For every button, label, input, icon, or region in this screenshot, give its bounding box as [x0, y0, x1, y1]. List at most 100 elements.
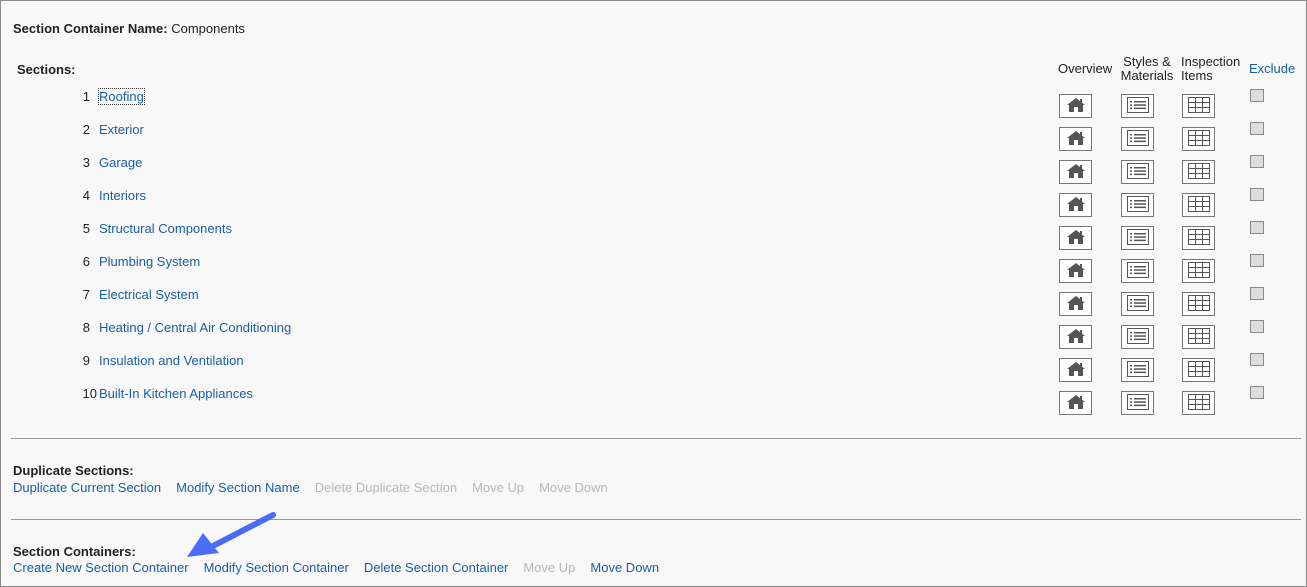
overview-button[interactable]: [1059, 127, 1092, 151]
container-name-label: Section Container Name:: [13, 21, 168, 36]
exclude-checkbox[interactable]: [1250, 254, 1264, 267]
grid-icon: [1187, 162, 1210, 182]
overview-button[interactable]: [1059, 358, 1092, 382]
action-link[interactable]: Modify Section Container: [204, 560, 349, 575]
list-icon: [1126, 129, 1149, 149]
inspection-items-button[interactable]: [1182, 94, 1215, 118]
styles-header-line1: Styles &: [1123, 54, 1171, 69]
grid-icon: [1187, 261, 1210, 281]
styles-header-line2: Materials: [1120, 68, 1174, 83]
section-number: 7: [82, 287, 90, 302]
section-containers-heading: Section Containers:: [13, 544, 136, 559]
styles-materials-column-header: Styles & Materials: [1118, 55, 1176, 83]
home-icon: [1066, 328, 1085, 346]
grid-icon: [1187, 228, 1210, 248]
section-link[interactable]: Roofing: [98, 88, 145, 105]
exclude-checkbox[interactable]: [1250, 320, 1264, 333]
inspection-items-button[interactable]: [1182, 292, 1215, 316]
section-link[interactable]: Garage: [99, 155, 142, 170]
section-container-name: Section Container Name: Components: [13, 21, 245, 36]
action-link: Delete Duplicate Section: [314, 480, 458, 495]
styles-materials-button[interactable]: [1121, 259, 1154, 283]
overview-button[interactable]: [1059, 94, 1092, 118]
section-number: 2: [82, 122, 90, 137]
action-link: Move Down: [539, 480, 608, 495]
section-link[interactable]: Exterior: [99, 122, 144, 137]
styles-materials-button[interactable]: [1121, 325, 1154, 349]
exclude-column-header[interactable]: Exclude: [1249, 62, 1295, 76]
overview-button[interactable]: [1059, 226, 1092, 250]
overview-button[interactable]: [1059, 193, 1092, 217]
inspection-items-button[interactable]: [1182, 391, 1215, 415]
home-icon: [1066, 361, 1085, 379]
section-row: 4 Interiors: [1, 188, 1307, 221]
styles-materials-button[interactable]: [1121, 391, 1154, 415]
grid-icon: [1187, 294, 1210, 314]
styles-materials-button[interactable]: [1121, 226, 1154, 250]
styles-materials-button[interactable]: [1121, 193, 1154, 217]
styles-materials-button[interactable]: [1121, 292, 1154, 316]
exclude-checkbox[interactable]: [1250, 287, 1264, 300]
section-containers-links: Create New Section Container Modify Secti…: [13, 560, 674, 575]
inspection-items-button[interactable]: [1182, 259, 1215, 283]
page-frame: Section Container Name: Components Secti…: [0, 0, 1307, 587]
exclude-checkbox[interactable]: [1250, 188, 1264, 201]
styles-materials-button[interactable]: [1121, 160, 1154, 184]
action-link[interactable]: Modify Section Name: [176, 480, 300, 495]
exclude-checkbox[interactable]: [1250, 353, 1264, 366]
styles-materials-button[interactable]: [1121, 94, 1154, 118]
home-icon: [1066, 97, 1085, 115]
home-icon: [1066, 196, 1085, 214]
exclude-checkbox[interactable]: [1250, 221, 1264, 234]
section-link[interactable]: Built-In Kitchen Appliances: [99, 386, 253, 401]
list-icon: [1126, 195, 1149, 215]
inspection-header-line1: Inspection: [1181, 54, 1241, 69]
inspection-items-button[interactable]: [1182, 127, 1215, 151]
inspection-items-button[interactable]: [1182, 358, 1215, 382]
inspection-items-button[interactable]: [1182, 325, 1215, 349]
section-row: 2 Exterior: [1, 122, 1307, 155]
section-link[interactable]: Electrical System: [99, 287, 199, 302]
action-link: Move Up: [523, 560, 576, 575]
overview-button[interactable]: [1059, 160, 1092, 184]
overview-button[interactable]: [1059, 391, 1092, 415]
home-icon: [1066, 163, 1085, 181]
inspection-header-line2: Items: [1181, 68, 1213, 83]
pointer-arrow-annotation: [187, 512, 276, 557]
inspection-items-button[interactable]: [1182, 160, 1215, 184]
overview-button[interactable]: [1059, 259, 1092, 283]
inspection-items-button[interactable]: [1182, 193, 1215, 217]
list-icon: [1126, 96, 1149, 116]
inspection-items-column-header: Inspection Items: [1181, 55, 1240, 83]
action-link[interactable]: Create New Section Container: [13, 560, 189, 575]
action-link[interactable]: Delete Section Container: [364, 560, 509, 575]
grid-icon: [1187, 129, 1210, 149]
list-icon: [1126, 294, 1149, 314]
exclude-checkbox[interactable]: [1250, 89, 1264, 102]
section-link[interactable]: Interiors: [99, 188, 146, 203]
section-row: 7 Electrical System: [1, 287, 1307, 320]
styles-materials-button[interactable]: [1121, 127, 1154, 151]
section-number: 3: [82, 155, 90, 170]
list-icon: [1126, 360, 1149, 380]
divider: [11, 438, 1301, 439]
action-link[interactable]: Duplicate Current Section: [13, 480, 161, 495]
section-link[interactable]: Structural Components: [99, 221, 232, 236]
section-number: 9: [82, 353, 90, 368]
exclude-checkbox[interactable]: [1250, 122, 1264, 135]
container-name-value: Components: [171, 21, 245, 36]
section-row: 9 Insulation and Ventilation: [1, 353, 1307, 386]
list-icon: [1126, 327, 1149, 347]
exclude-checkbox[interactable]: [1250, 155, 1264, 168]
styles-materials-button[interactable]: [1121, 358, 1154, 382]
section-link[interactable]: Insulation and Ventilation: [99, 353, 244, 368]
action-link: Move Up: [472, 480, 525, 495]
inspection-items-button[interactable]: [1182, 226, 1215, 250]
action-link[interactable]: Move Down: [590, 560, 659, 575]
overview-button[interactable]: [1059, 292, 1092, 316]
duplicate-sections-links: Duplicate Current Section Modify Section …: [13, 480, 623, 495]
section-link[interactable]: Heating / Central Air Conditioning: [99, 320, 291, 335]
section-link[interactable]: Plumbing System: [99, 254, 200, 269]
exclude-checkbox[interactable]: [1250, 386, 1264, 399]
overview-button[interactable]: [1059, 325, 1092, 349]
